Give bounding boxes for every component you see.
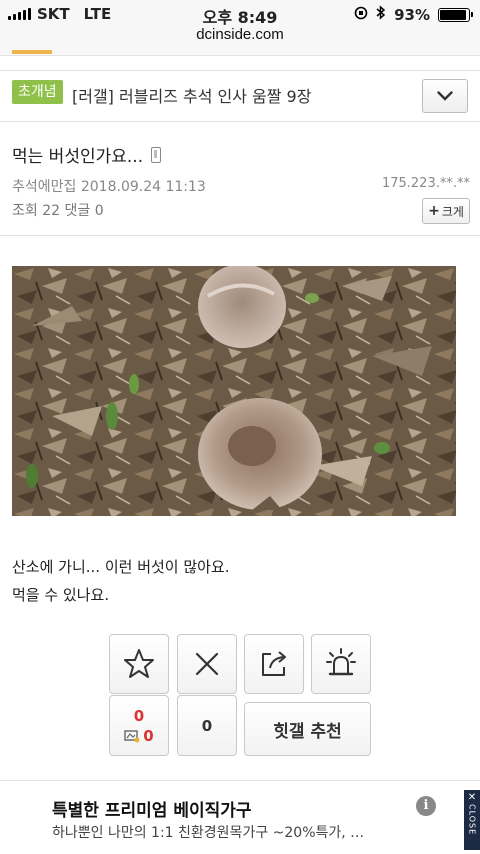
ad-info-icon[interactable]: i bbox=[416, 796, 436, 816]
report-button[interactable] bbox=[311, 634, 371, 694]
post-body-line-2: 먹을 수 있나요. bbox=[12, 586, 110, 604]
fixed-recommend-count: 0 bbox=[143, 726, 154, 745]
comments-label: 댓글 bbox=[64, 203, 91, 219]
post-title: 먹는 버섯인가요... bbox=[12, 142, 162, 167]
post-body-line-1: 산소에 가니... 이런 버섯이 많아요. bbox=[12, 558, 230, 576]
post-ip: 175.223.**.** bbox=[381, 176, 470, 191]
downvote-button[interactable] bbox=[177, 634, 237, 694]
ad-divider bbox=[0, 780, 480, 781]
star-icon bbox=[124, 649, 154, 678]
bluetooth-icon bbox=[376, 5, 386, 24]
plus-icon: + bbox=[428, 203, 440, 219]
mobile-post-icon bbox=[151, 146, 162, 163]
recommend-count-box: 0 0 bbox=[109, 695, 169, 756]
concept-badge: 초개념 bbox=[12, 80, 63, 104]
comments-count: 0 bbox=[94, 203, 104, 219]
close-icon: ✕ bbox=[467, 792, 477, 803]
related-post-bar[interactable]: 초개념 [러갤] 러블리즈 추석 인사 움짤 9장 bbox=[0, 70, 480, 122]
chevron-down-icon bbox=[437, 91, 453, 101]
status-right: 93% bbox=[354, 5, 473, 24]
post-meta: 추석에만집 2018.09.24 11:13 bbox=[12, 176, 206, 196]
ad-description[interactable]: 하나뿐인 나만의 1:1 친환경원목가구 ~20%특가, … bbox=[52, 822, 364, 842]
hit-gallery-recommend-button[interactable]: 힛갤 추천 bbox=[244, 702, 371, 756]
post-datetime: 2018.09.24 11:13 bbox=[80, 179, 206, 195]
url-text: dcinside.com bbox=[196, 26, 284, 43]
post-header: 먹는 버섯인가요... 추석에만집 2018.09.24 11:13 175.2… bbox=[0, 124, 480, 236]
ad-banner[interactable]: 특별한 프리미엄 베이직가구 하나뿐인 나만의 1:1 친환경원목가구 ~20%… bbox=[38, 790, 444, 846]
post-photo[interactable] bbox=[12, 266, 456, 516]
post-stats: 조회 22 댓글 0 bbox=[12, 200, 104, 220]
post-title-text: 먹는 버섯인가요... bbox=[12, 147, 144, 167]
share-button[interactable] bbox=[244, 634, 304, 694]
views-count: 22 bbox=[42, 203, 61, 219]
x-icon bbox=[195, 652, 219, 676]
mushroom-photo bbox=[12, 266, 456, 516]
enlarge-label: 크게 bbox=[441, 204, 464, 219]
siren-icon bbox=[326, 648, 356, 676]
battery-level bbox=[440, 9, 467, 20]
share-icon bbox=[262, 651, 286, 676]
post-author[interactable]: 추석에만집 bbox=[12, 179, 76, 195]
status-bar: SKT LTE 오후 8:49 93% bbox=[0, 0, 480, 28]
enlarge-button[interactable]: + 크게 bbox=[422, 198, 470, 224]
address-bar[interactable]: dcinside.com bbox=[0, 26, 480, 50]
ad-close-label: CLOSE bbox=[467, 804, 477, 836]
ad-close-button[interactable]: ✕ CLOSE bbox=[464, 790, 480, 850]
downvote-count: 0 bbox=[201, 716, 213, 735]
views-label: 조회 bbox=[12, 203, 38, 219]
tab-fragment bbox=[12, 50, 52, 54]
downvote-count-box: 0 bbox=[177, 695, 237, 756]
top-tab-strip bbox=[0, 50, 480, 56]
battery-percent: 93% bbox=[394, 5, 430, 24]
related-post-title[interactable]: [러갤] 러블리즈 추석 인사 움짤 9장 bbox=[72, 83, 311, 107]
hit-gallery-label: 힛갤 추천 bbox=[273, 721, 342, 742]
recommend-button[interactable] bbox=[109, 634, 169, 694]
recommend-count: 0 bbox=[133, 706, 145, 725]
expand-button[interactable] bbox=[422, 79, 468, 113]
fixed-recommend: 0 bbox=[124, 726, 154, 745]
screen-lock-icon bbox=[354, 6, 368, 24]
ad-title[interactable]: 특별한 프리미엄 베이직가구 bbox=[52, 796, 252, 821]
battery-icon bbox=[438, 7, 473, 22]
mobile-recommend-icon bbox=[124, 729, 140, 742]
